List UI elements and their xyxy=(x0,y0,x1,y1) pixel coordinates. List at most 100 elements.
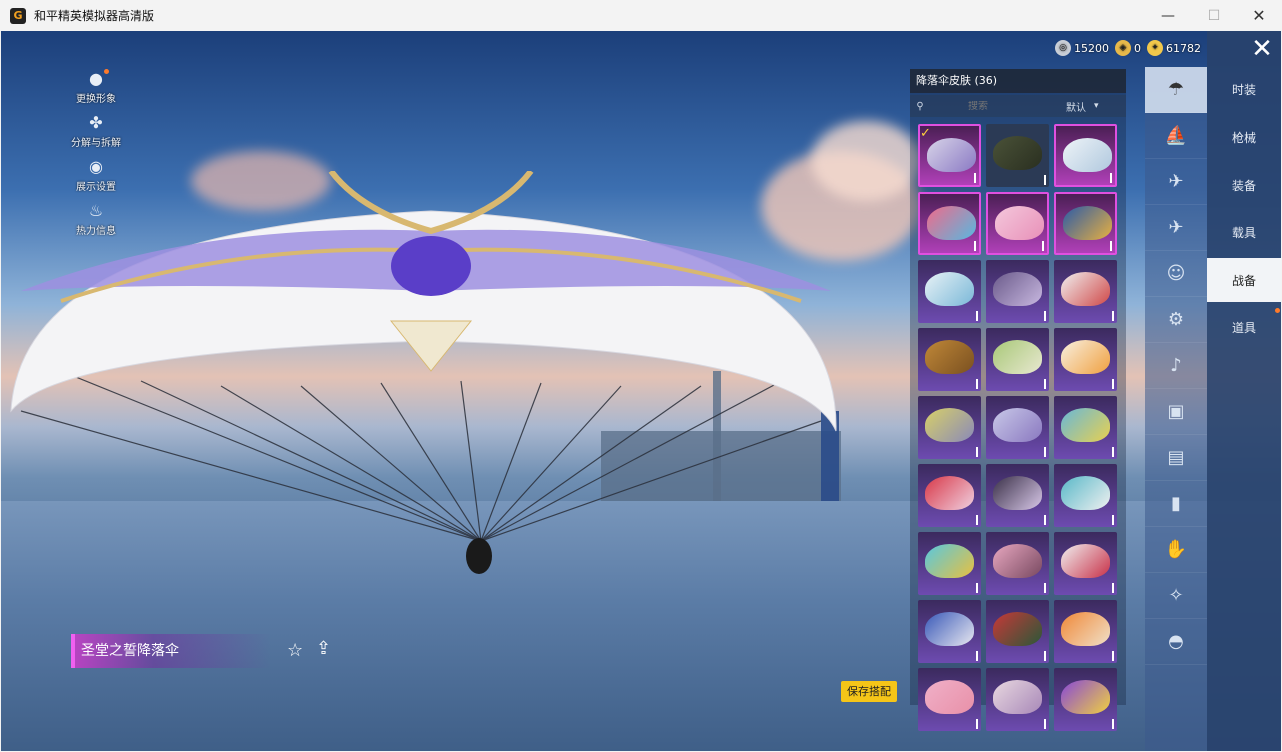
hand-icon[interactable]: ✋ xyxy=(1145,527,1207,573)
owned-indicator xyxy=(1110,173,1112,183)
game-viewport: ● 更换形象 ✤ 分解与拆解 ◉ 展示设置 ♨ 热力信息 ◎ 15200 ◈ 0… xyxy=(1,31,1281,751)
eye-icon: ◉ xyxy=(89,156,103,176)
skin-item[interactable] xyxy=(986,532,1049,595)
owned-indicator xyxy=(976,379,978,389)
drone-icon[interactable]: ✈ xyxy=(1145,159,1207,205)
skin-item[interactable] xyxy=(918,600,981,663)
skin-item[interactable] xyxy=(918,192,981,255)
left-menu-label: 热力信息 xyxy=(76,226,116,237)
skin-item[interactable]: ✓ xyxy=(918,124,981,187)
plane-icon[interactable]: ✈ xyxy=(1145,205,1207,251)
parachute-thumbnail xyxy=(1063,206,1112,240)
skin-item[interactable] xyxy=(986,668,1049,731)
owned-indicator xyxy=(1112,447,1114,457)
owned-indicator xyxy=(976,311,978,321)
left-menu-item-display[interactable]: ◉ 展示设置 xyxy=(56,155,136,194)
skin-item[interactable] xyxy=(986,124,1049,187)
parachute-thumbnail xyxy=(993,136,1042,170)
owned-indicator xyxy=(976,515,978,525)
left-menu-item-heat[interactable]: ♨ 热力信息 xyxy=(56,199,136,238)
skin-item[interactable] xyxy=(986,260,1049,323)
owned-indicator xyxy=(1044,719,1046,729)
skin-item[interactable] xyxy=(986,600,1049,663)
ufo-icon[interactable]: ◓ xyxy=(1145,619,1207,665)
chevron-down-icon[interactable]: ▾ xyxy=(1094,101,1099,111)
owned-indicator xyxy=(1112,583,1114,593)
parachute-thumbnail xyxy=(925,272,974,306)
tab-items[interactable]: 道具 xyxy=(1207,305,1281,349)
skin-item[interactable] xyxy=(1054,260,1117,323)
skin-item[interactable] xyxy=(918,668,981,731)
speaker-icon[interactable]: ♪ xyxy=(1145,343,1207,389)
right-tabs: 时装 枪械 装备 载具 战备 道具 xyxy=(1207,31,1281,751)
parachute-thumbnail xyxy=(925,408,974,442)
owned-indicator xyxy=(976,651,978,661)
parachute-icon[interactable]: ☂ xyxy=(1145,67,1207,113)
skin-item[interactable] xyxy=(918,260,981,323)
skin-item[interactable] xyxy=(1054,192,1117,255)
owned-indicator xyxy=(1044,651,1046,661)
app-icon: G xyxy=(10,7,26,24)
search-bar: ⚲ 默认 ▾ xyxy=(910,95,1126,117)
left-menu-label: 分解与拆解 xyxy=(71,138,121,149)
skin-item[interactable] xyxy=(918,328,981,391)
skin-item[interactable] xyxy=(918,396,981,459)
extinguisher-icon[interactable]: ▮ xyxy=(1145,481,1207,527)
left-menu-label: 更换形象 xyxy=(76,94,116,105)
minimize-button[interactable]: — xyxy=(1145,0,1191,31)
skin-item[interactable] xyxy=(1054,532,1117,595)
tab-fashion[interactable]: 时装 xyxy=(1207,67,1281,111)
skin-item[interactable] xyxy=(986,328,1049,391)
save-outfit-button[interactable]: 保存搭配 xyxy=(841,681,897,702)
left-menu-item-avatar[interactable]: ● 更换形象 xyxy=(56,67,136,106)
owned-indicator xyxy=(1044,175,1046,185)
skin-item[interactable] xyxy=(1054,668,1117,731)
skin-grid: ✓ xyxy=(918,124,1117,731)
tab-vehicles[interactable]: 载具 xyxy=(1207,210,1281,254)
skin-item[interactable] xyxy=(1054,600,1117,663)
boat-icon[interactable]: ⛵ xyxy=(1145,113,1207,159)
skin-item[interactable] xyxy=(986,396,1049,459)
owned-indicator xyxy=(1110,241,1112,251)
favorite-star-icon[interactable]: ☆ xyxy=(287,640,303,661)
skin-panel: 降落伞皮肤 (36) ⚲ 默认 ▾ ✓ xyxy=(910,69,1126,731)
emote-icon[interactable]: ☺ xyxy=(1145,251,1207,297)
skin-item[interactable] xyxy=(918,532,981,595)
close-icon[interactable]: ✕ xyxy=(1250,36,1274,62)
parachute-thumbnail xyxy=(1061,408,1110,442)
skin-item[interactable] xyxy=(1054,124,1117,187)
maximize-button[interactable]: ☐ xyxy=(1191,0,1237,31)
owned-indicator xyxy=(1112,719,1114,729)
owned-indicator xyxy=(976,719,978,729)
currency-value: 15200 xyxy=(1074,41,1109,55)
close-window-button[interactable]: ✕ xyxy=(1236,0,1282,31)
skin-item[interactable] xyxy=(1054,464,1117,527)
owned-indicator xyxy=(1112,311,1114,321)
search-input[interactable] xyxy=(930,100,1026,112)
tab-guns[interactable]: 枪械 xyxy=(1207,115,1281,159)
left-menu-item-decompose[interactable]: ✤ 分解与拆解 xyxy=(56,111,136,150)
share-icon[interactable]: ⇪ xyxy=(316,638,331,659)
tab-battle-gear[interactable]: 战备 xyxy=(1207,258,1281,302)
robot-icon[interactable]: ⚙ xyxy=(1145,297,1207,343)
owned-indicator xyxy=(976,583,978,593)
skin-item[interactable] xyxy=(1054,328,1117,391)
currency-value: 61782 xyxy=(1166,41,1201,55)
gold-medal-icon: ◈ xyxy=(1115,40,1131,56)
wand-icon[interactable]: ✧ xyxy=(1145,573,1207,619)
owned-indicator xyxy=(1044,311,1046,321)
sticker-icon[interactable]: ▣ xyxy=(1145,389,1207,435)
sort-dropdown[interactable]: 默认 xyxy=(1066,99,1086,114)
currency-gold: ✦ 61782 xyxy=(1147,40,1201,56)
parachute-thumbnail xyxy=(995,206,1044,240)
skin-item[interactable] xyxy=(986,192,1049,255)
search-icon: ⚲ xyxy=(916,100,924,112)
photo-icon[interactable]: ▤ xyxy=(1145,435,1207,481)
skin-item[interactable] xyxy=(1054,396,1117,459)
skin-item[interactable] xyxy=(918,464,981,527)
notification-dot xyxy=(104,69,109,74)
currency-medal: ◈ 0 xyxy=(1115,40,1141,56)
owned-indicator xyxy=(976,447,978,457)
skin-item[interactable] xyxy=(986,464,1049,527)
tab-equipment[interactable]: 装备 xyxy=(1207,163,1281,207)
